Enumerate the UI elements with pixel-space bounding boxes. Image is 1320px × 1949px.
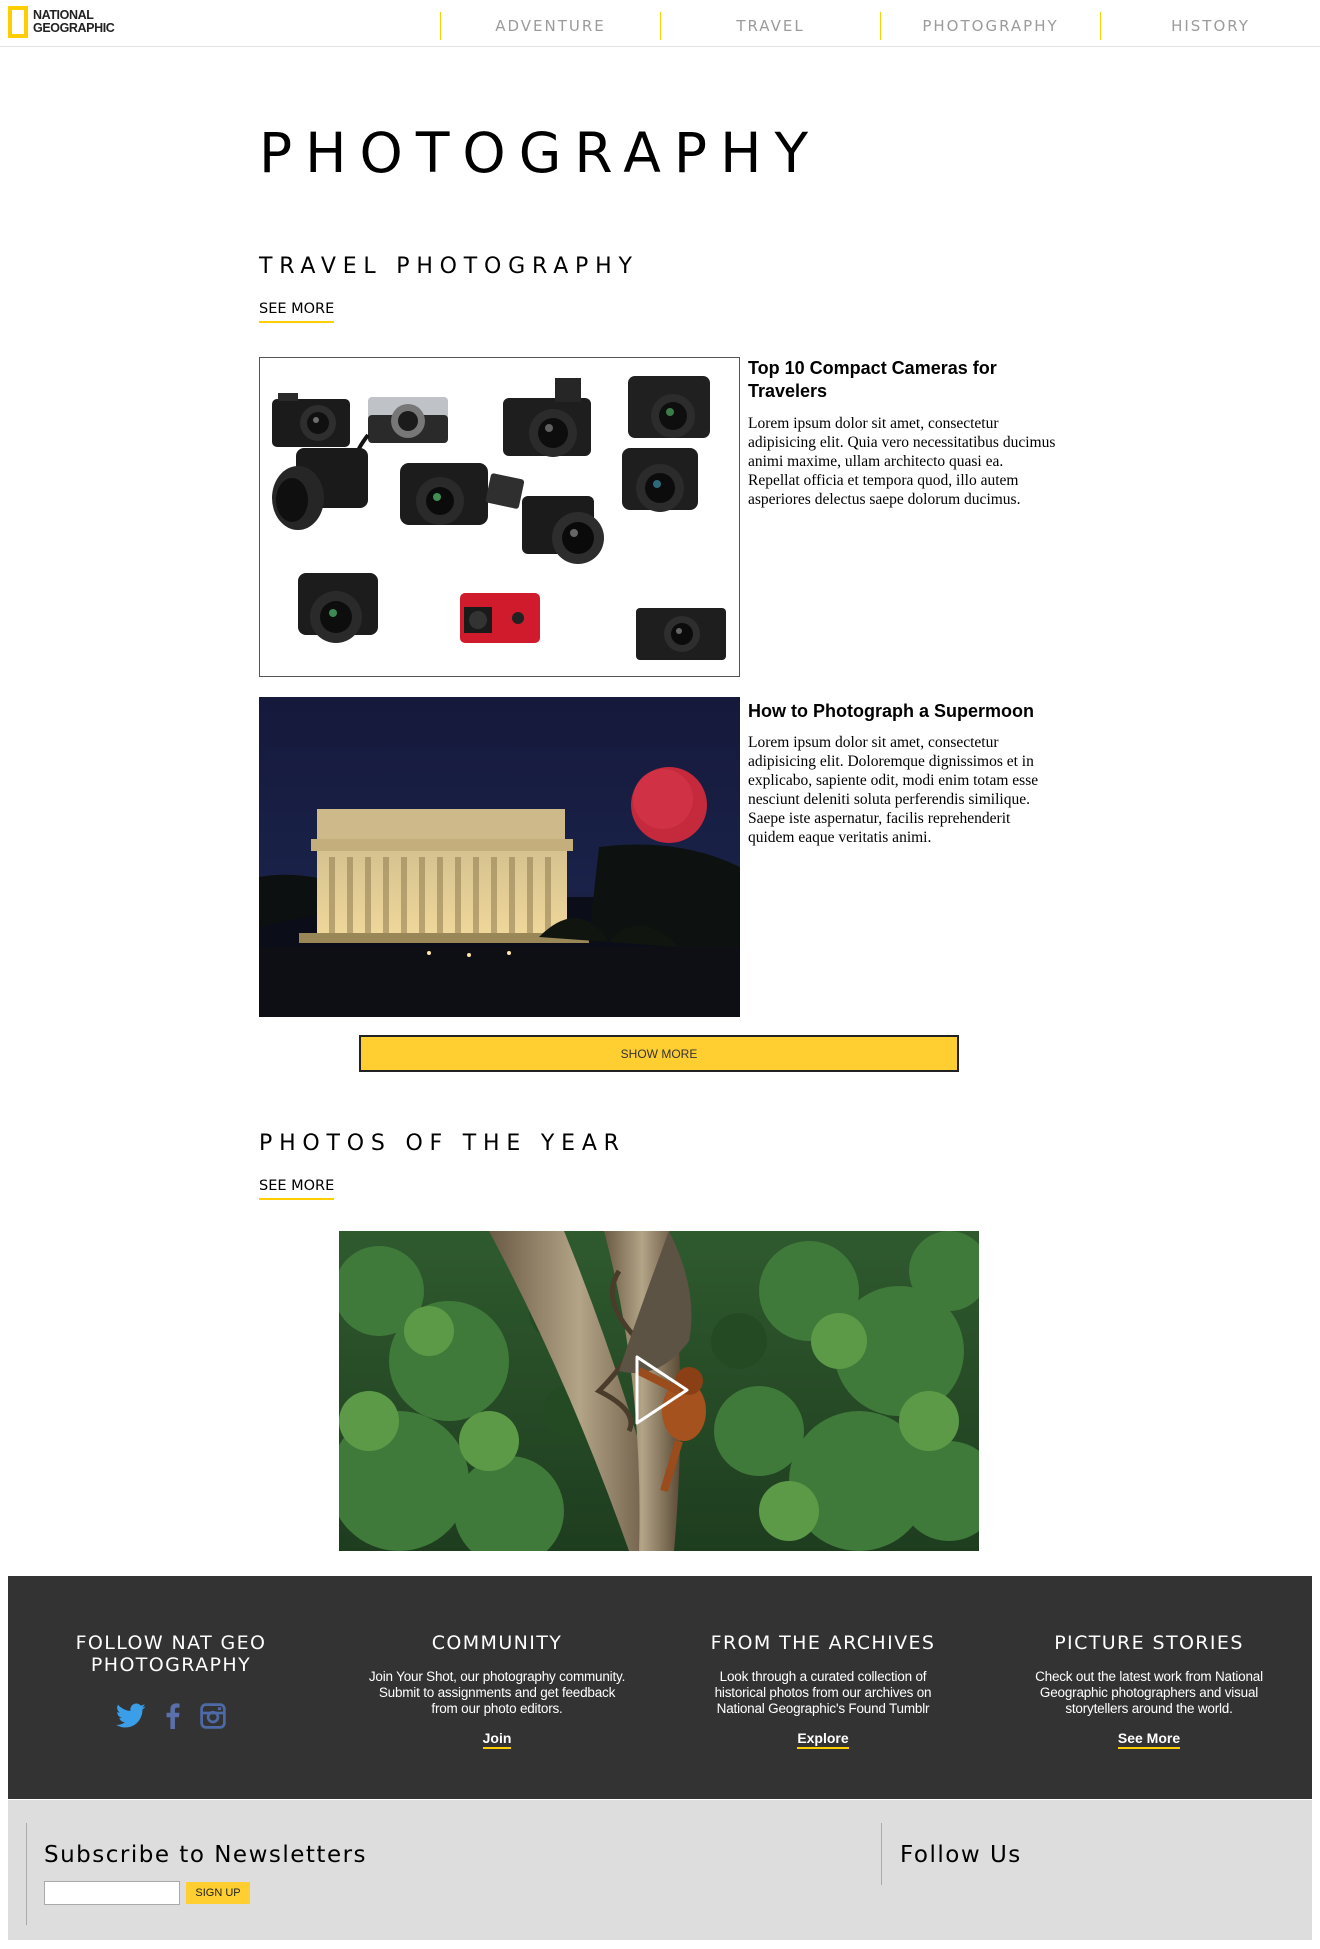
logo-yellow-frame-icon — [8, 6, 28, 38]
photos-of-year-see-more-link[interactable]: SEE MORE — [259, 1177, 335, 1200]
footer-follow-heading-line2: PHOTOGRAPHY — [90, 1654, 252, 1676]
footer-col-archives: FROM THE ARCHIVES Look through a curated… — [660, 1632, 986, 1749]
footer-col-community: COMMUNITY Join Your Shot, our photograph… — [334, 1632, 660, 1749]
footer-community-text: Join Your Shot, our photography communit… — [368, 1669, 626, 1716]
footer-picture-stories-text: Check out the latest work from National … — [1035, 1669, 1263, 1716]
supermoon-image[interactable] — [259, 697, 740, 1017]
travel-photography-heading: TRAVEL PHOTOGRAPHY — [259, 254, 639, 279]
follow-us-section: Follow Us — [881, 1823, 1022, 1885]
natgeo-logo[interactable]: NATIONAL GEOGRAPHIC — [8, 6, 115, 38]
footer-community-heading: COMMUNITY — [431, 1632, 563, 1654]
supermoon-illustration — [259, 697, 740, 1017]
footer-picture-stories-heading: PICTURE STORIES — [1054, 1632, 1244, 1654]
show-more-button[interactable]: SHOW MORE — [359, 1035, 959, 1072]
article-title-cameras[interactable]: Top 10 Compact Cameras for Travelers — [748, 357, 1058, 403]
footer-promo: FOLLOW NAT GEO PHOTOGRAPHY COMMUNITY Joi… — [8, 1576, 1312, 1799]
article-title-supermoon[interactable]: How to Photograph a Supermoon — [748, 700, 1058, 723]
article-body-supermoon: Lorem ipsum dolor sit amet, consectetur … — [748, 734, 1039, 846]
footer-archives-text: Look through a curated collection of his… — [714, 1669, 932, 1716]
page-title: PHOTOGRAPHY — [259, 121, 822, 185]
nav-history[interactable]: HISTORY — [1100, 12, 1320, 40]
orangutan-video-thumbnail — [339, 1231, 979, 1551]
sign-up-button[interactable]: SIGN UP — [186, 1882, 250, 1904]
photos-of-year-heading: PHOTOS OF THE YEAR — [259, 1131, 626, 1156]
footer-col-follow: FOLLOW NAT GEO PHOTOGRAPHY — [8, 1632, 334, 1734]
twitter-icon[interactable] — [116, 1703, 146, 1734]
footer-newsletter: Subscribe to Newsletters SIGN UP Follow … — [8, 1800, 1312, 1940]
footer-join-link[interactable]: Join — [482, 1730, 512, 1749]
follow-us-heading: Follow Us — [900, 1842, 1022, 1868]
nav-travel[interactable]: TRAVEL — [660, 12, 880, 40]
footer-col-picture-stories: PICTURE STORIES Check out the latest wor… — [986, 1632, 1312, 1749]
footer-follow-heading: FOLLOW NAT GEO PHOTOGRAPHY — [8, 1632, 334, 1676]
facebook-icon[interactable] — [166, 1703, 180, 1734]
nav-photography[interactable]: PHOTOGRAPHY — [880, 12, 1100, 40]
newsletter-email-input[interactable] — [44, 1881, 180, 1905]
footer-archives-heading: FROM THE ARCHIVES — [710, 1632, 936, 1654]
subscribe-section: Subscribe to Newsletters SIGN UP — [26, 1823, 367, 1925]
footer-see-more-link[interactable]: See More — [1117, 1730, 1181, 1749]
social-icons — [8, 1703, 334, 1734]
photos-of-year-video[interactable] — [339, 1231, 979, 1551]
subscribe-form: SIGN UP — [44, 1881, 367, 1905]
subscribe-heading: Subscribe to Newsletters — [44, 1842, 368, 1868]
article-body-cameras: Lorem ipsum dolor sit amet, consectetur … — [748, 415, 1056, 508]
cameras-illustration — [260, 358, 739, 676]
logo-line-2: GEOGRAPHIC — [33, 21, 115, 35]
main-nav: ADVENTURE TRAVEL PHOTOGRAPHY HISTORY — [440, 12, 1320, 40]
footer-follow-heading-line1: FOLLOW NAT GEO — [75, 1632, 267, 1654]
compact-cameras-image[interactable] — [259, 357, 740, 677]
top-bar: NATIONAL GEOGRAPHIC ADVENTURE TRAVEL PHO… — [0, 0, 1320, 47]
logo-text: NATIONAL GEOGRAPHIC — [33, 9, 115, 35]
footer-explore-link[interactable]: Explore — [797, 1730, 849, 1749]
instagram-icon[interactable] — [200, 1703, 226, 1734]
travel-see-more-link[interactable]: SEE MORE — [259, 300, 335, 323]
nav-adventure[interactable]: ADVENTURE — [440, 12, 660, 40]
